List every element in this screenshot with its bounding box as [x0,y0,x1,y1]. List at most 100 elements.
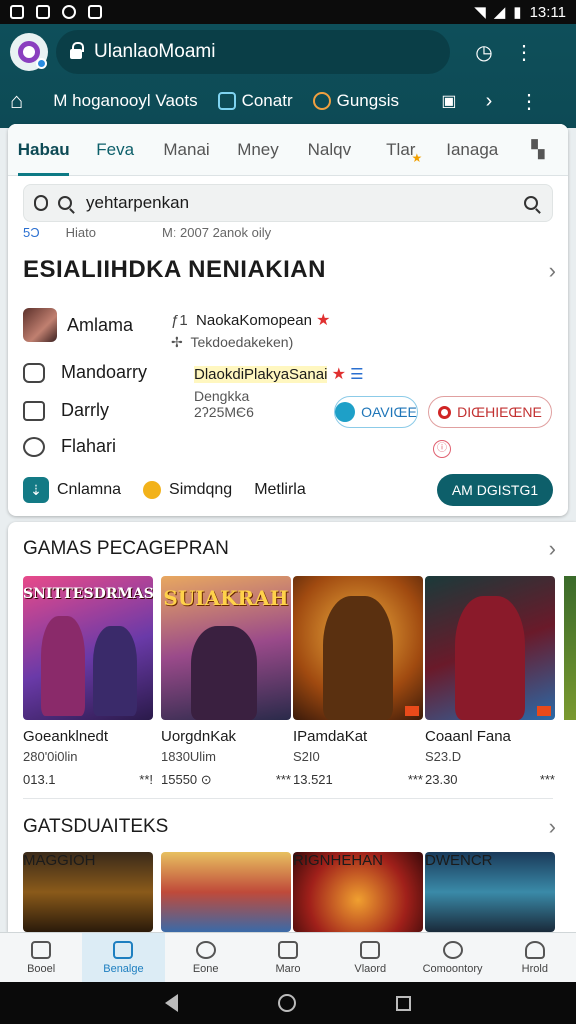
action-metlirla[interactable]: Metlirla [254,481,306,499]
status-time: 13:11 [529,3,566,21]
home-icon[interactable]: ⌂ [10,88,23,114]
game-art-text: DWENCR [425,852,493,869]
games-card: GAMAS PECAGEPRAN › SNITTESDRMAS SUIAKRAH… [8,522,576,932]
timer-icon[interactable]: ◷ [464,40,504,65]
red-action-button[interactable]: DIŒHIEŒNE [428,396,552,428]
row-detail-1: DlaokdiPlakyaSanai ★ ☰ Dengkka [194,364,364,404]
system-nav [0,982,576,1024]
tab-habau[interactable]: Habau [8,124,79,176]
overflow-icon[interactable]: ⋮ [509,89,549,114]
community-icon [442,940,463,959]
recents-icon[interactable] [396,995,411,1011]
grid-icon[interactable]: ▚ [508,124,568,176]
bottom-nav-lists[interactable]: Maro [247,933,329,982]
game-title: UorgdnKak [161,728,237,745]
meta-row: 5Ɔ Hiato Mː 2007 2anok oily [23,225,271,240]
game-tile-peek[interactable] [564,576,576,720]
game2-tile-2[interactable]: RIGNHEHAN [293,852,423,932]
tab-manai[interactable]: Manai [151,124,222,176]
smile-icon [23,436,45,457]
coin-icon [143,481,162,499]
game-info-3: Coaanl Fana S23.D 23.30 *** [425,728,555,787]
game2-tile-0[interactable]: MAGGIOH [23,852,153,932]
file-icon [88,5,102,19]
tab-ianaga[interactable]: Ianaga [437,124,508,176]
game-tile-2[interactable] [293,576,423,720]
bottom-nav: Booel Benalge Eone Maro Vlaord Comoontor… [0,932,576,982]
games2-chevron-icon[interactable]: › [549,814,556,840]
home-button-icon[interactable] [278,994,296,1012]
record-icon [438,405,452,419]
add-button[interactable]: AM DGISTG1 [437,474,553,506]
bottom-nav-home[interactable]: Booel [0,933,82,982]
game-tile-1[interactable]: SUIAKRAH [161,576,291,720]
search-input[interactable]: yehtarpenkan [86,193,189,213]
badge-icon [537,706,551,716]
tab-nalqv[interactable]: Nalqv [294,124,365,176]
tab-bar: Habau Feva Manai Mney Nalqv Tlar ★ Ianaga… [8,124,568,176]
media-icon[interactable]: ▣ [429,91,469,111]
game-tile-0[interactable]: SNITTESDRMAS [23,576,153,720]
games-chevron-icon[interactable]: › [549,536,556,562]
row-mandoarry[interactable]: Mandoarry [23,362,147,383]
bottom-nav-community[interactable]: Comoontory [411,933,493,982]
nav-label: Benalge [103,962,144,975]
game-tile-3[interactable] [425,576,555,720]
tab-feva[interactable]: Feva [79,124,150,176]
bottom-nav-apps[interactable]: Eone [165,933,247,982]
wifi-icon: ◥ [474,4,486,21]
detail-sub: Tekdoedakeken) [190,334,294,350]
url-bar[interactable]: UlanlaoMoami [56,30,450,74]
game-art-text: SUIAKRAH [163,586,289,610]
more-menu-icon[interactable]: ⋮ [504,40,544,65]
tab-tlar[interactable]: Tlar ★ [365,124,436,176]
bottom-nav-offers[interactable]: Vlaord [329,933,411,982]
row-label: Darrly [61,400,109,420]
row-label: Amlama [67,314,134,335]
row-detail-2: 2ʔ25MЄ6 [194,404,254,420]
forward-icon[interactable]: › [469,90,509,113]
games2-title: GATSDUAITEKS [23,816,169,837]
game2-tile-1[interactable] [161,852,291,932]
game-stars: *** [275,772,291,787]
action-row: ⇣ Cnlamna Simdqng Metlirla AM DGISTG1 [23,474,553,506]
action-cnlamna[interactable]: ⇣ Cnlamna [23,477,121,503]
nav-link-1[interactable]: Conatr [217,91,293,111]
row-amlama[interactable]: Amlama [23,308,133,342]
search-bar[interactable]: yehtarpenkan [23,184,553,222]
row-darrly[interactable]: Darrly [23,400,109,421]
nav-label: Maro [275,962,301,975]
app-logo-icon[interactable] [10,33,48,71]
section-title: ESIALIIHDKA NENIAKIAN [23,256,326,283]
game-stars: *** [407,772,423,787]
action-simdqng[interactable]: Simdqng [143,481,232,499]
game2-tile-3[interactable]: DWENCR [425,852,555,932]
action-label: Metlirla [254,481,306,498]
home-icon [31,940,52,959]
button-label: DIŒHIEŒNE [457,404,542,420]
section-chevron-icon[interactable]: › [549,258,556,284]
notification-icon [10,5,24,19]
bottom-nav-profile[interactable]: Hrold [494,933,576,982]
info-icon: ⓘ [433,440,451,458]
bottom-nav-games[interactable]: Benalge [82,933,165,982]
add-button-label: AM DGISTG1 [451,482,539,498]
nav-label: Comoontory [422,962,483,975]
blue-action-button[interactable]: OAVIŒE [334,396,418,428]
meta-b: Hiato [65,225,96,240]
signal-icon: ◢ [493,4,506,21]
game-rating: 13.521 [293,772,333,787]
hero-figure [455,596,525,720]
nav-link-2[interactable]: Gungsis [312,91,399,111]
nav-link-0[interactable]: M hoganooyl Vaots [53,91,197,111]
circle-icon [312,92,331,110]
game-info-2: IPamdaKat S2I0 13.521 *** [293,728,423,787]
game-title: Goeanklnedt [23,728,109,745]
tab-mney[interactable]: Mney [222,124,293,176]
back-icon[interactable] [165,994,178,1012]
nav-label: Hrold [521,962,548,975]
row-flahari[interactable]: Flahari [23,436,116,457]
search-submit-icon[interactable] [524,196,538,210]
lock-icon [70,42,84,59]
list-icon: ☰ [350,366,364,383]
